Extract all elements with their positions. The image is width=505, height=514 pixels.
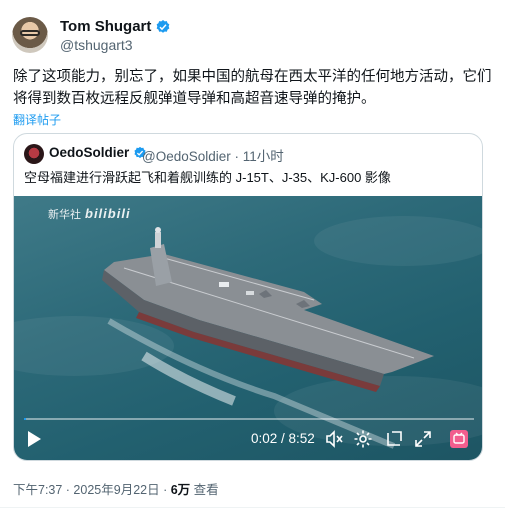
play-icon[interactable] bbox=[26, 430, 42, 448]
bilibili-icon[interactable] bbox=[449, 429, 469, 449]
quoted-tweet[interactable]: OedoSoldier @OedoSoldier · 11小时 空母福建进行滑跃… bbox=[13, 133, 483, 461]
tweet-text: 除了这项能力，别忘了，如果中国的航母在西太平洋的任何地方活动，它们将得到数百枚远… bbox=[13, 69, 492, 107]
quoted-meta[interactable]: @OedoSoldier · 11小时 bbox=[142, 145, 284, 165]
views-label: 查看 bbox=[190, 483, 219, 497]
author-avatar[interactable] bbox=[12, 17, 48, 53]
view-count: 6万 bbox=[170, 483, 191, 497]
author-handle[interactable]: @tshugart3 bbox=[60, 37, 133, 53]
quoted-name[interactable]: OedoSoldier bbox=[49, 145, 129, 160]
divider bbox=[0, 507, 505, 508]
video-progress-bar[interactable] bbox=[24, 418, 474, 420]
video-player[interactable]: 新华社 bilibili 0:02 / 8:52 bbox=[14, 196, 482, 460]
tweet-datetime[interactable]: 下午7:37 · 2025年9月22日 · bbox=[13, 483, 171, 497]
verified-icon bbox=[157, 19, 170, 33]
mute-icon[interactable] bbox=[324, 429, 344, 449]
video-watermark: 新华社 bilibili bbox=[48, 206, 131, 222]
settings-icon[interactable] bbox=[353, 429, 373, 449]
watermark-text: 新华社 bbox=[48, 209, 81, 221]
watermark-brand: bilibili bbox=[85, 206, 131, 221]
quoted-text: 空母福建进行滑跃起飞和着舰训练的 J-15T、J-35、KJ-600 影像 bbox=[24, 170, 391, 185]
video-time: 0:02 / 8:52 bbox=[251, 431, 315, 446]
fullscreen-exit-icon[interactable] bbox=[384, 429, 404, 449]
tweet-timestamp: 下午7:37 · 2025年9月22日 · 6万 查看 bbox=[13, 479, 219, 498]
quoted-avatar[interactable] bbox=[24, 144, 44, 164]
translate-link[interactable]: 翻译帖子 bbox=[13, 111, 61, 128]
author-name[interactable]: Tom Shugart bbox=[60, 18, 151, 35]
video-progress-fill bbox=[24, 418, 26, 420]
expand-icon[interactable] bbox=[413, 429, 433, 449]
quoted-name-row[interactable]: OedoSoldier bbox=[49, 145, 147, 160]
author-name-row[interactable]: Tom Shugart bbox=[60, 18, 171, 35]
video-frame-aircraft-carrier bbox=[102, 227, 434, 449]
video-controls: 0:02 / 8:52 bbox=[14, 426, 482, 456]
